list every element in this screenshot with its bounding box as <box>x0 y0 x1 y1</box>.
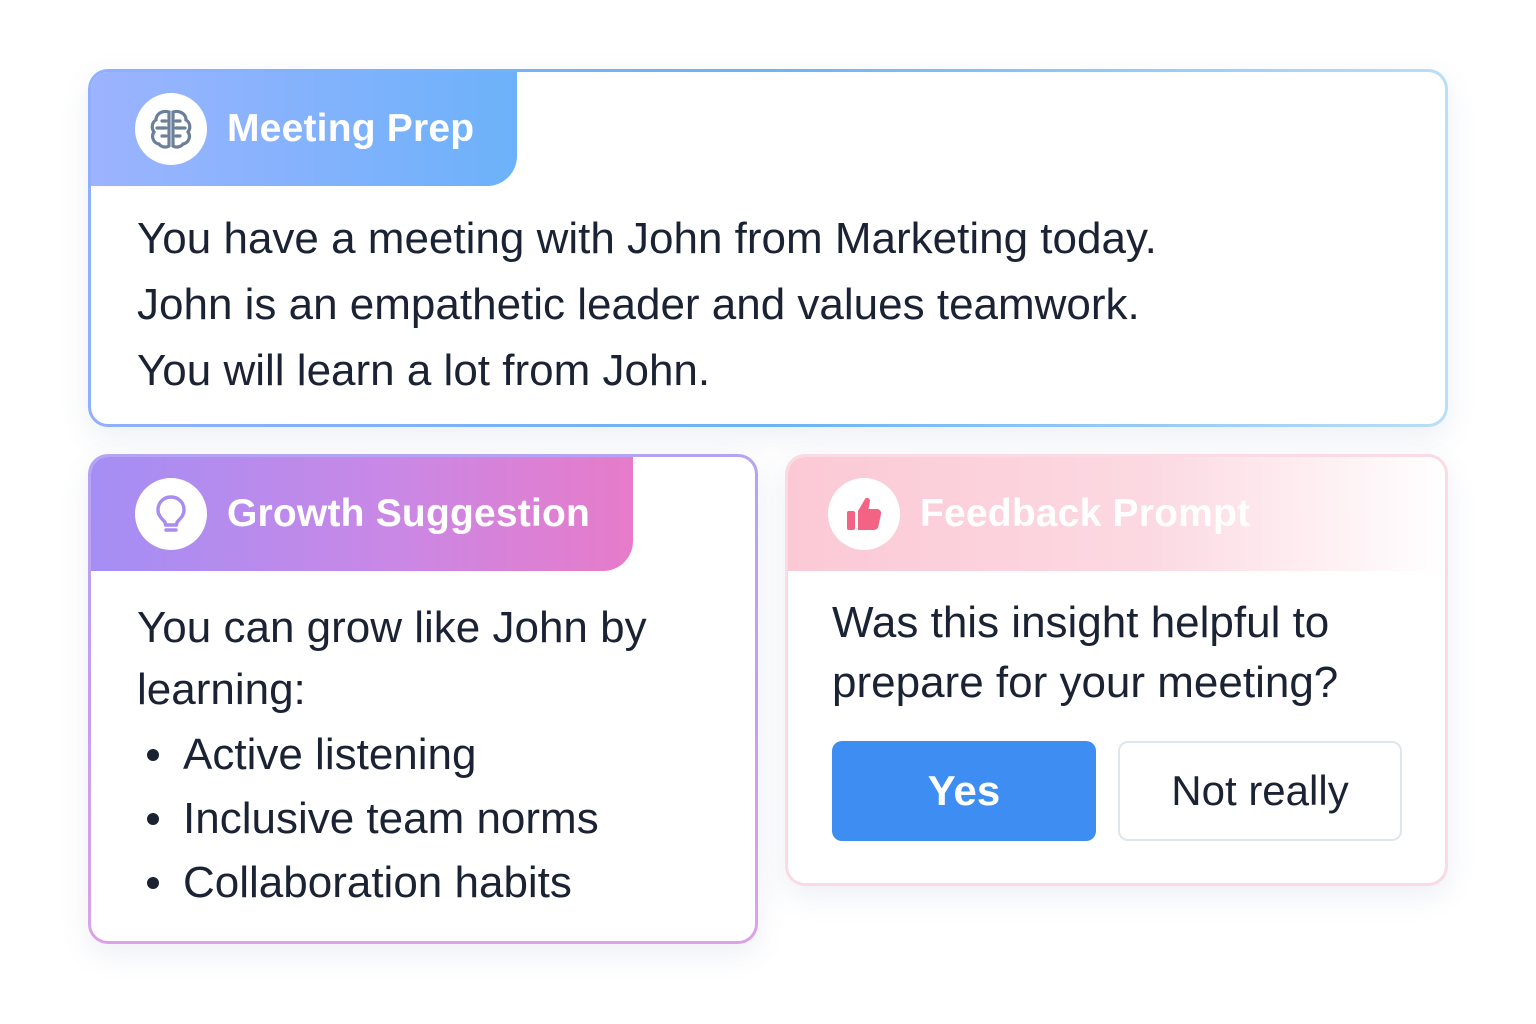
list-item: Inclusive team norms <box>137 787 725 851</box>
meeting-prep-line: You will learn a lot from John. <box>137 346 711 395</box>
feedback-prompt-header: Feedback Prompt <box>788 457 1445 571</box>
not-really-button[interactable]: Not really <box>1118 741 1402 841</box>
brain-icon <box>135 93 207 165</box>
meeting-prep-line: John is an empathetic leader and values … <box>137 280 1140 329</box>
list-item: Active listening <box>137 723 725 787</box>
meeting-prep-title: Meeting Prep <box>227 107 475 150</box>
list-item-label: Inclusive team norms <box>183 794 599 843</box>
list-item-label: Collaboration habits <box>183 858 572 907</box>
feedback-prompt-card: Feedback Prompt Was this insight helpful… <box>785 454 1448 886</box>
bullet-icon <box>147 749 159 761</box>
growth-suggestion-card: Growth Suggestion You can grow like John… <box>88 454 758 944</box>
lightbulb-icon <box>135 478 207 550</box>
list-item-label: Active listening <box>183 730 477 779</box>
meeting-prep-body: You have a meeting with John from Market… <box>137 206 1405 404</box>
growth-intro-text: You can grow like John by learning: <box>137 603 647 714</box>
bullet-icon <box>147 877 159 889</box>
meeting-prep-card: Meeting Prep You have a meeting with Joh… <box>88 69 1448 427</box>
feedback-prompt-title: Feedback Prompt <box>920 492 1251 535</box>
meeting-prep-line: You have a meeting with John from Market… <box>137 214 1157 263</box>
feedback-question-text: Was this insight helpful to prepare for … <box>832 598 1339 707</box>
meeting-prep-header: Meeting Prep <box>91 72 517 186</box>
growth-suggestion-title: Growth Suggestion <box>227 492 591 535</box>
list-item: Collaboration habits <box>137 851 725 915</box>
growth-skill-list: Active listening Inclusive team norms Co… <box>137 723 725 915</box>
yes-button[interactable]: Yes <box>832 741 1096 841</box>
feedback-button-row: Yes Not really <box>832 741 1402 841</box>
feedback-prompt-body: Was this insight helpful to prepare for … <box>832 593 1415 713</box>
thumbs-up-icon <box>828 478 900 550</box>
bullet-icon <box>147 813 159 825</box>
growth-suggestion-header: Growth Suggestion <box>91 457 633 571</box>
growth-suggestion-body: You can grow like John by learning: Acti… <box>137 597 725 915</box>
